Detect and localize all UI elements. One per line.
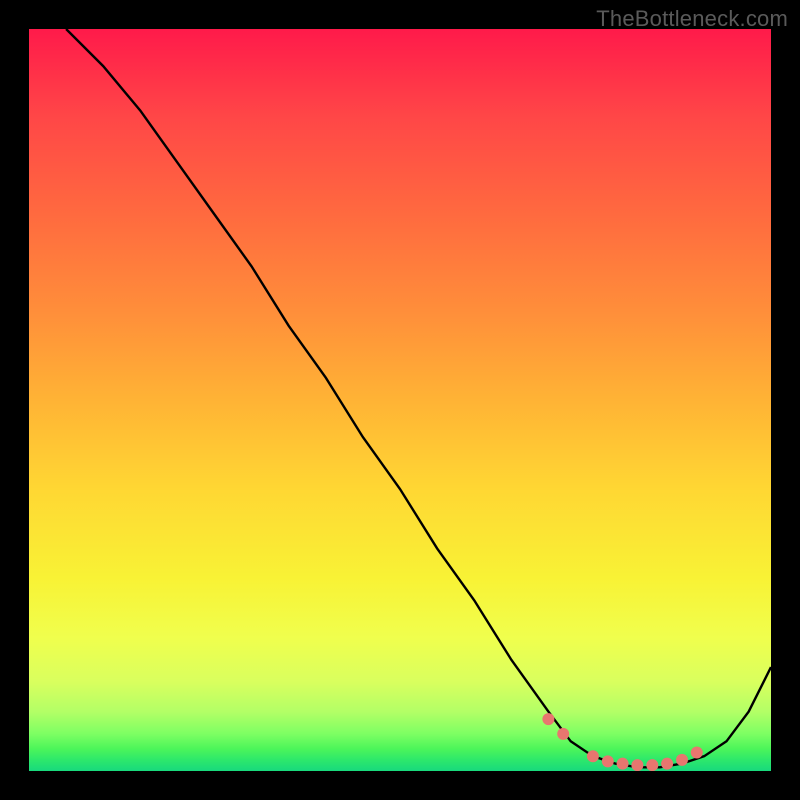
highlight-dot bbox=[557, 728, 569, 740]
highlight-dot bbox=[542, 713, 554, 725]
highlight-dot bbox=[587, 750, 599, 762]
highlight-dot bbox=[631, 759, 643, 771]
watermark-text: TheBottleneck.com bbox=[596, 6, 788, 32]
highlight-dot bbox=[602, 755, 614, 767]
highlight-dot bbox=[691, 747, 703, 759]
highlight-dot bbox=[617, 758, 629, 770]
bottleneck-curve bbox=[66, 29, 771, 767]
plot-area bbox=[29, 29, 771, 771]
chart-frame: TheBottleneck.com bbox=[0, 0, 800, 800]
highlight-dot bbox=[676, 754, 688, 766]
highlight-dot bbox=[661, 758, 673, 770]
curve-layer bbox=[29, 29, 771, 771]
highlight-dot bbox=[646, 759, 658, 771]
highlight-dots bbox=[542, 713, 702, 771]
